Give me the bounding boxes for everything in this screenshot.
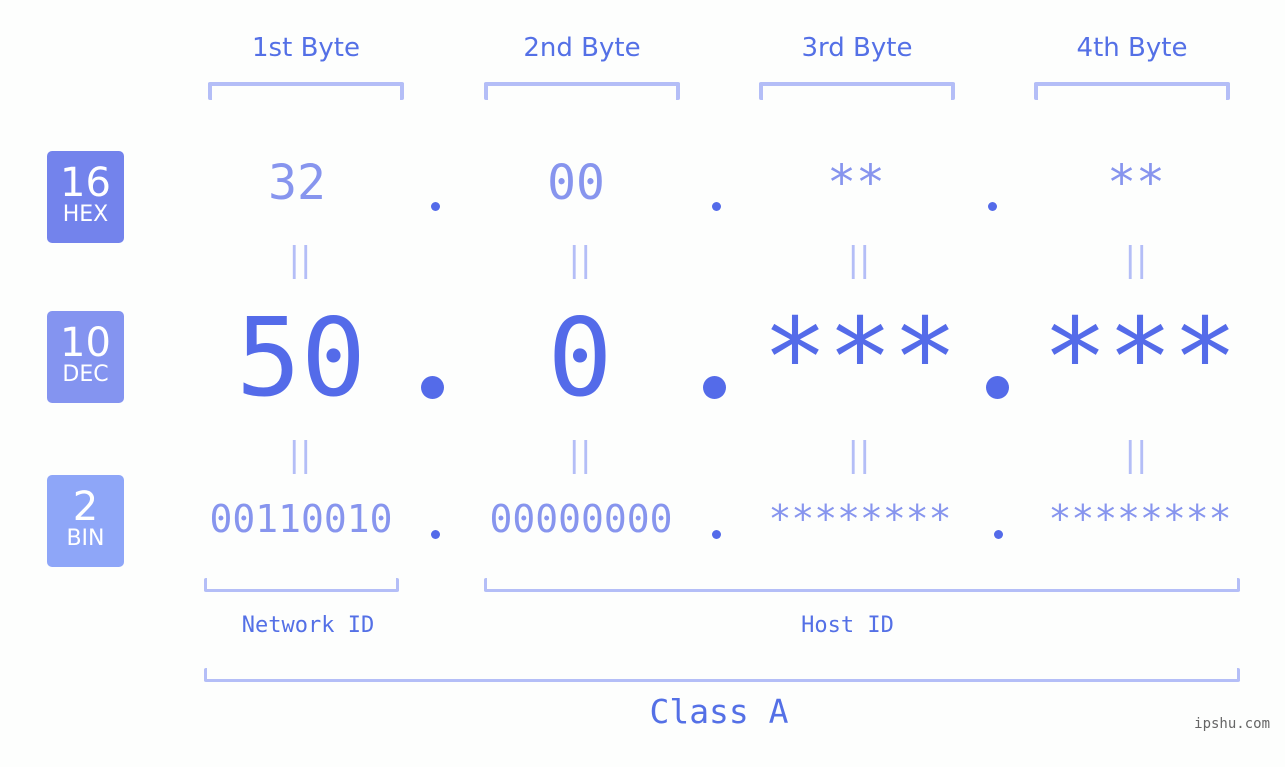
bin-byte-1: 00110010 <box>209 497 393 541</box>
dec-byte-4: *** <box>1042 296 1238 421</box>
equals-hex-dec-3: || <box>847 240 871 280</box>
bin-base-number: 2 <box>72 484 99 530</box>
bin-byte-2: 00000000 <box>489 497 673 541</box>
byte-bracket-1 <box>208 82 404 100</box>
dec-dot-3 <box>986 376 1009 399</box>
bin-base-label: BIN <box>66 526 105 551</box>
hex-dot-3 <box>988 202 997 211</box>
byte-header-3: 3rd Byte <box>801 33 913 63</box>
watermark: ipshu.com <box>1194 716 1270 732</box>
byte-bracket-3 <box>759 82 955 100</box>
hex-base-label: HEX <box>62 202 109 227</box>
hex-byte-2: 00 <box>547 155 605 211</box>
bin-dot-3 <box>994 530 1003 539</box>
hex-dot-2 <box>712 202 721 211</box>
bin-dot-2 <box>712 530 721 539</box>
equals-dec-bin-1: || <box>288 435 312 475</box>
bin-byte-4: ******** <box>1048 497 1232 541</box>
equals-hex-dec-2: || <box>568 240 592 280</box>
hex-byte-3: ** <box>827 155 885 211</box>
bin-byte-3: ******** <box>768 497 952 541</box>
bin-dot-1 <box>431 530 440 539</box>
equals-dec-bin-3: || <box>847 435 871 475</box>
dec-base-number: 10 <box>60 320 111 366</box>
dec-dot-2 <box>703 376 726 399</box>
byte-bracket-2 <box>484 82 680 100</box>
class-bracket <box>204 668 1240 682</box>
byte-header-2: 2nd Byte <box>523 33 641 63</box>
byte-header-1: 1st Byte <box>252 33 360 63</box>
dec-badge: 10 DEC <box>47 311 124 403</box>
host-id-bracket <box>484 578 1240 592</box>
hex-base-number: 16 <box>60 160 111 206</box>
bin-badge: 2 BIN <box>47 475 124 567</box>
hex-byte-4: ** <box>1107 155 1165 211</box>
dec-base-label: DEC <box>62 362 109 387</box>
dec-byte-3: *** <box>762 296 958 421</box>
host-id-label: Host ID <box>801 613 894 638</box>
dec-dot-1 <box>421 376 444 399</box>
class-label: Class A <box>649 692 789 731</box>
equals-dec-bin-2: || <box>568 435 592 475</box>
equals-dec-bin-4: || <box>1124 435 1148 475</box>
hex-byte-1: 32 <box>268 155 326 211</box>
equals-hex-dec-4: || <box>1124 240 1148 280</box>
hex-badge: 16 HEX <box>47 151 124 243</box>
equals-hex-dec-1: || <box>288 240 312 280</box>
byte-bracket-4 <box>1034 82 1230 100</box>
byte-header-4: 4th Byte <box>1076 33 1188 63</box>
dec-byte-1: 50 <box>235 296 367 421</box>
hex-dot-1 <box>431 202 440 211</box>
network-id-label: Network ID <box>241 613 375 638</box>
dec-byte-2: 0 <box>547 296 613 421</box>
network-id-bracket <box>204 578 399 592</box>
